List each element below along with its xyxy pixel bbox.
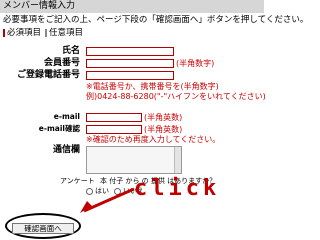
member-no-note: (半角数字) <box>176 59 215 68</box>
confirm-button[interactable]: 確認画面へ <box>12 223 74 234</box>
required-marker <box>3 28 5 37</box>
arrow-annotation <box>80 187 135 213</box>
member-no-input[interactable] <box>86 59 174 68</box>
phone-note-2: 例)0424-88-6280("-"ハイフンをいれてください) <box>86 92 266 101</box>
instruction-text: 必要事項をご記入の上、ページ下段の「確認画面へ」ボタンを押してください。 <box>3 15 309 25</box>
optional-marker <box>45 28 48 37</box>
member-no-label: 会員番号 <box>43 58 80 68</box>
legend: 必須項目 任意項目 <box>3 28 83 39</box>
email-confirm-input[interactable] <box>86 125 142 134</box>
survey-label: アンケート <box>60 177 95 185</box>
email-confirm-note-2: ※確認のため再度入力してください。 <box>86 135 221 144</box>
phone-note-1: ※電話番号か、携帯番号を(半角数字) <box>86 82 219 91</box>
email-note: (半角英数) <box>144 113 183 122</box>
phone-input[interactable] <box>86 71 174 80</box>
email-confirm-label: e-mail確認 <box>38 124 80 133</box>
comm-label: 通信欄 <box>52 145 80 155</box>
name-input[interactable] <box>86 47 174 56</box>
phone-label: ご登録電話番号 <box>16 70 80 80</box>
arrow-shaft <box>83 187 135 213</box>
email-input[interactable] <box>86 113 142 122</box>
email-label: e-mail <box>53 112 80 121</box>
comm-textarea[interactable] <box>86 146 182 174</box>
section-title: メンバー情報入力 <box>3 1 76 11</box>
name-label: 氏名 <box>61 46 80 56</box>
legend-optional: 任意項目 <box>49 28 84 38</box>
email-confirm-note: (半角英数) <box>144 125 183 134</box>
textarea-scrollbar[interactable] <box>174 147 181 173</box>
legend-required: 必須項目 <box>7 28 42 38</box>
click-annotation: click <box>134 176 221 201</box>
